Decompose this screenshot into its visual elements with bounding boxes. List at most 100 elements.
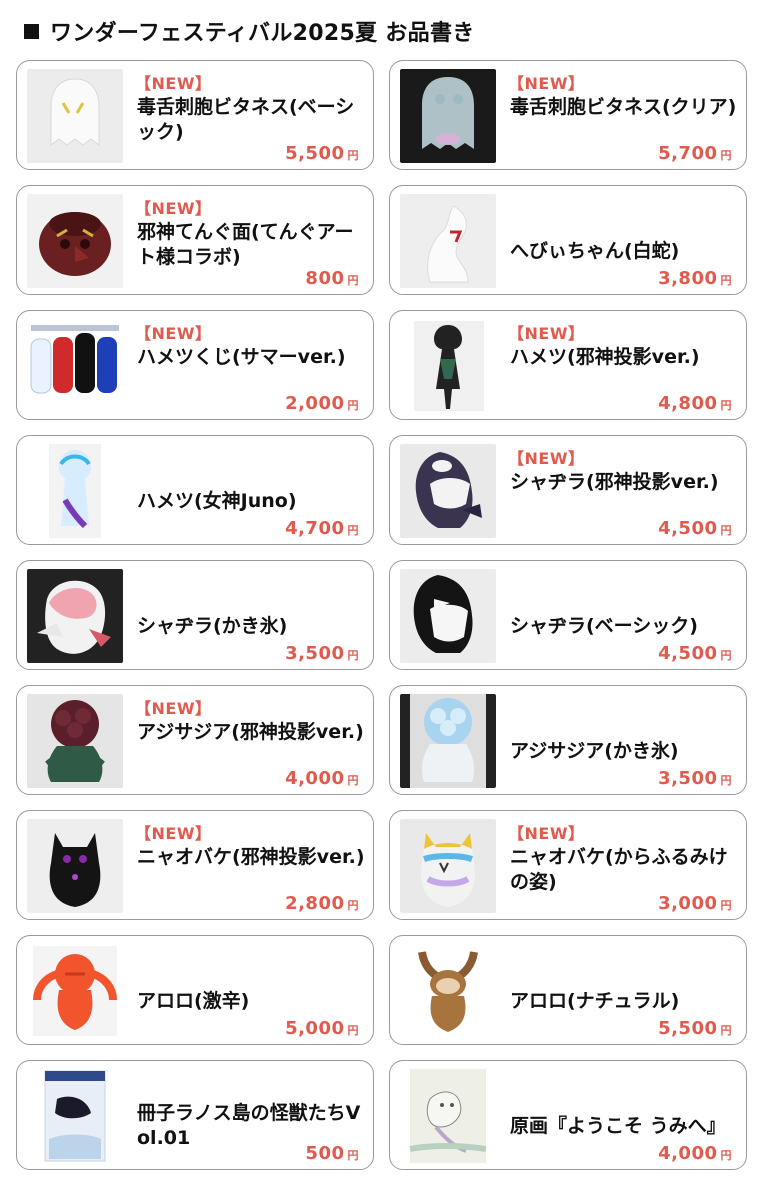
product-name: ニャオバケ(からふるみけの姿) (510, 845, 738, 895)
product-card[interactable]: 原画『ようこそ うみへ』 4,000 円 (389, 1060, 747, 1170)
price-value: 3,800 (658, 268, 718, 289)
product-card[interactable]: へびぃちゃん(白蛇) 3,800 円 (389, 185, 747, 295)
tengu-mask-icon (27, 194, 123, 288)
price-value: 5,500 (285, 143, 345, 164)
product-name: ハメツくじ(サマーver.) (137, 345, 365, 370)
price-label: 2,800 円 (285, 893, 359, 914)
product-name: 毒舌刺胞ビタネス(クリア) (510, 95, 738, 120)
booklet-cover-icon (27, 1069, 123, 1163)
product-name-text: 原画『ようこそ うみへ』 (510, 1114, 726, 1137)
product-grid: 【NEW】 毒舌刺胞ビタネス(ベーシック) 5,500 円【NEW】 毒舌刺胞ビタネス(… (16, 60, 747, 1170)
price-label: 3,000 円 (658, 893, 732, 914)
price-label: 4,500 円 (658, 643, 732, 664)
product-name: シャヂラ(邪神投影ver.) (510, 470, 738, 495)
currency-unit: 円 (720, 274, 732, 287)
price-label: 4,700 円 (285, 518, 359, 539)
dark-hydrangea-figure-icon (27, 694, 123, 788)
price-value: 4,800 (658, 393, 718, 414)
price-label: 500 円 (305, 1143, 359, 1164)
new-badge: 【NEW】 (135, 824, 212, 843)
product-name-text: アロロ(激辛) (137, 989, 250, 1012)
product-name-text: ハメツ(邪神投影ver.) (510, 346, 700, 368)
product-card[interactable]: 【NEW】 ハメツ(邪神投影ver.) 4,800 円 (389, 310, 747, 420)
currency-unit: 円 (347, 274, 359, 287)
product-name-text: アロロ(ナチュラル) (510, 989, 680, 1012)
product-card[interactable]: 【NEW】 アジサジア(邪神投影ver.) 4,000 円 (16, 685, 374, 795)
product-card[interactable]: 【NEW】 ハメツくじ(サマーver.) 2,000 円 (16, 310, 374, 420)
product-name-text: アジサジア(かき氷) (510, 739, 679, 762)
pink-whale-figure-icon (27, 569, 123, 663)
product-card[interactable]: 【NEW】毒舌刺胞ビタネス(クリア) 5,700 円 (389, 60, 747, 170)
price-label: 5,500 円 (658, 1018, 732, 1039)
product-card[interactable]: 【NEW】 邪神てんぐ面(てんぐアート様コラボ) 800 円 (16, 185, 374, 295)
price-label: 800 円 (305, 268, 359, 289)
currency-unit: 円 (720, 899, 732, 912)
product-name-text: アジサジア(邪神投影ver.) (137, 721, 364, 743)
currency-unit: 円 (720, 774, 732, 787)
product-card[interactable]: アジサジア(かき氷) 3,500 円 (389, 685, 747, 795)
currency-unit: 円 (347, 399, 359, 412)
product-name-text: 毒舌刺胞ビタネス(ベーシック) (137, 96, 355, 143)
product-card[interactable]: 冊子ラノス島の怪獣たちVol.01 500 円 (16, 1060, 374, 1170)
new-badge: 【NEW】 (135, 74, 212, 93)
rainbow-cat-ghost-icon (400, 819, 496, 913)
currency-unit: 円 (347, 649, 359, 662)
product-card[interactable]: 【NEW】シャヂラ(邪神投影ver.) 4,500 円 (389, 435, 747, 545)
product-name: 毒舌刺胞ビタネス(ベーシック) (137, 95, 365, 145)
price-value: 4,000 (658, 1143, 718, 1164)
dark-figure-icon (400, 319, 496, 413)
price-value: 4,700 (285, 518, 345, 539)
new-badge: 【NEW】 (508, 449, 585, 468)
page-header: ワンダーフェスティバル2025夏 お品書き (24, 14, 475, 48)
page-title: ワンダーフェスティバル2025夏 お品書き (50, 21, 475, 46)
product-name-text: シャヂラ(かき氷) (137, 614, 288, 637)
currency-unit: 円 (720, 1024, 732, 1037)
white-ghost-figure-icon (27, 69, 123, 163)
product-card[interactable]: アロロ(ナチュラル) 5,500 円 (389, 935, 747, 1045)
price-label: 4,000 円 (285, 768, 359, 789)
new-badge: 【NEW】 (508, 824, 585, 843)
product-card[interactable]: 【NEW】 ニャオバケ(邪神投影ver.) 2,800 円 (16, 810, 374, 920)
product-card[interactable]: シャヂラ(ベーシック) 4,500 円 (389, 560, 747, 670)
blue-hydrangea-figure-icon (400, 694, 496, 788)
price-value: 4,000 (285, 768, 345, 789)
price-label: 4,000 円 (658, 1143, 732, 1164)
price-label: 4,500 円 (658, 518, 732, 539)
price-value: 500 (305, 1143, 345, 1164)
new-badge: 【NEW】 (508, 74, 585, 93)
currency-unit: 円 (347, 149, 359, 162)
product-card[interactable]: シャヂラ(かき氷) 3,500 円 (16, 560, 374, 670)
price-value: 5,700 (658, 143, 718, 164)
bullet-square-icon (24, 23, 39, 39)
product-card[interactable]: 【NEW】毒舌刺胞ビタネス(ベーシック) 5,500 円 (16, 60, 374, 170)
price-value: 5,000 (285, 1018, 345, 1039)
currency-unit: 円 (720, 399, 732, 412)
price-value: 3,000 (658, 893, 718, 914)
product-name: ハメツ(邪神投影ver.) (510, 345, 738, 370)
product-name-text: ハメツくじ(サマーver.) (137, 346, 346, 368)
price-value: 2,000 (285, 393, 345, 414)
white-snake-figure-icon (400, 194, 496, 288)
currency-unit: 円 (347, 1149, 359, 1162)
price-value: 800 (305, 268, 345, 289)
watercolor-painting-icon (400, 1069, 496, 1163)
product-card[interactable]: アロロ(激辛) 5,000 円 (16, 935, 374, 1045)
currency-unit: 円 (720, 649, 732, 662)
orca-basic-figure-icon (400, 569, 496, 663)
currency-unit: 円 (720, 524, 732, 537)
clear-ghost-figure-icon (400, 69, 496, 163)
price-value: 4,500 (658, 643, 718, 664)
price-value: 3,500 (285, 643, 345, 664)
price-label: 3,500 円 (658, 768, 732, 789)
product-card[interactable]: 【NEW】ニャオバケ(からふるみけの姿) 3,000 円 (389, 810, 747, 920)
price-label: 5,700 円 (658, 143, 732, 164)
product-card[interactable]: ハメツ(女神Juno) 4,700 円 (16, 435, 374, 545)
price-label: 4,800 円 (658, 393, 732, 414)
price-label: 5,500 円 (285, 143, 359, 164)
price-value: 2,800 (285, 893, 345, 914)
orca-figure-icon (400, 444, 496, 538)
currency-unit: 円 (720, 1149, 732, 1162)
price-label: 3,500 円 (285, 643, 359, 664)
product-name: 邪神てんぐ面(てんぐアート様コラボ) (137, 220, 365, 270)
price-label: 2,000 円 (285, 393, 359, 414)
